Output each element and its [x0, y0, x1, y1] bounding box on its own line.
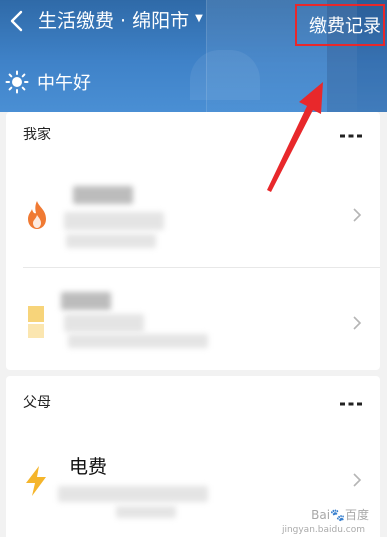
gas-flame-icon — [28, 201, 46, 229]
bill-row-water[interactable] — [6, 268, 380, 370]
greeting-text: 中午好 — [37, 73, 91, 94]
watermark-url: jingyan.baidu.com — [281, 525, 365, 535]
watermark-logo: Bai🐾百度 — [311, 508, 369, 522]
blurred-account-detail — [64, 212, 164, 230]
blurred-account-name — [61, 292, 111, 310]
blurred-account-name — [73, 186, 133, 204]
blurred-account-detail — [66, 234, 156, 248]
caret-down-icon: ▼ — [195, 13, 203, 24]
payment-record-label: 缴费记录 — [309, 16, 381, 37]
chevron-right-icon — [353, 316, 362, 330]
city-selector[interactable]: 生活缴费 · 绵阳市 ▼ — [38, 8, 203, 34]
group-title: 我家 — [23, 127, 51, 143]
water-bill-icon — [28, 306, 44, 338]
blurred-account-detail — [68, 334, 208, 348]
payment-record-button[interactable]: 缴费记录 — [295, 4, 385, 46]
sun-icon — [5, 70, 29, 94]
chevron-right-icon — [353, 473, 362, 487]
chevron-right-icon — [353, 208, 362, 222]
blurred-account-detail — [64, 314, 144, 332]
more-icon[interactable] — [340, 401, 362, 407]
header-background-shape — [190, 50, 260, 100]
bill-name: 电费 — [69, 456, 108, 478]
greeting: 中午好 — [5, 68, 91, 96]
blurred-account-detail — [116, 506, 176, 518]
back-button[interactable] — [8, 8, 28, 34]
group-title: 父母 — [23, 395, 51, 411]
blurred-account-detail — [58, 486, 208, 502]
chevron-left-icon — [10, 10, 23, 32]
page-title: 生活缴费 · 绵阳市 — [38, 10, 190, 32]
lightning-icon — [26, 466, 46, 496]
annotation-arrow — [267, 82, 323, 192]
more-icon[interactable] — [340, 133, 362, 139]
